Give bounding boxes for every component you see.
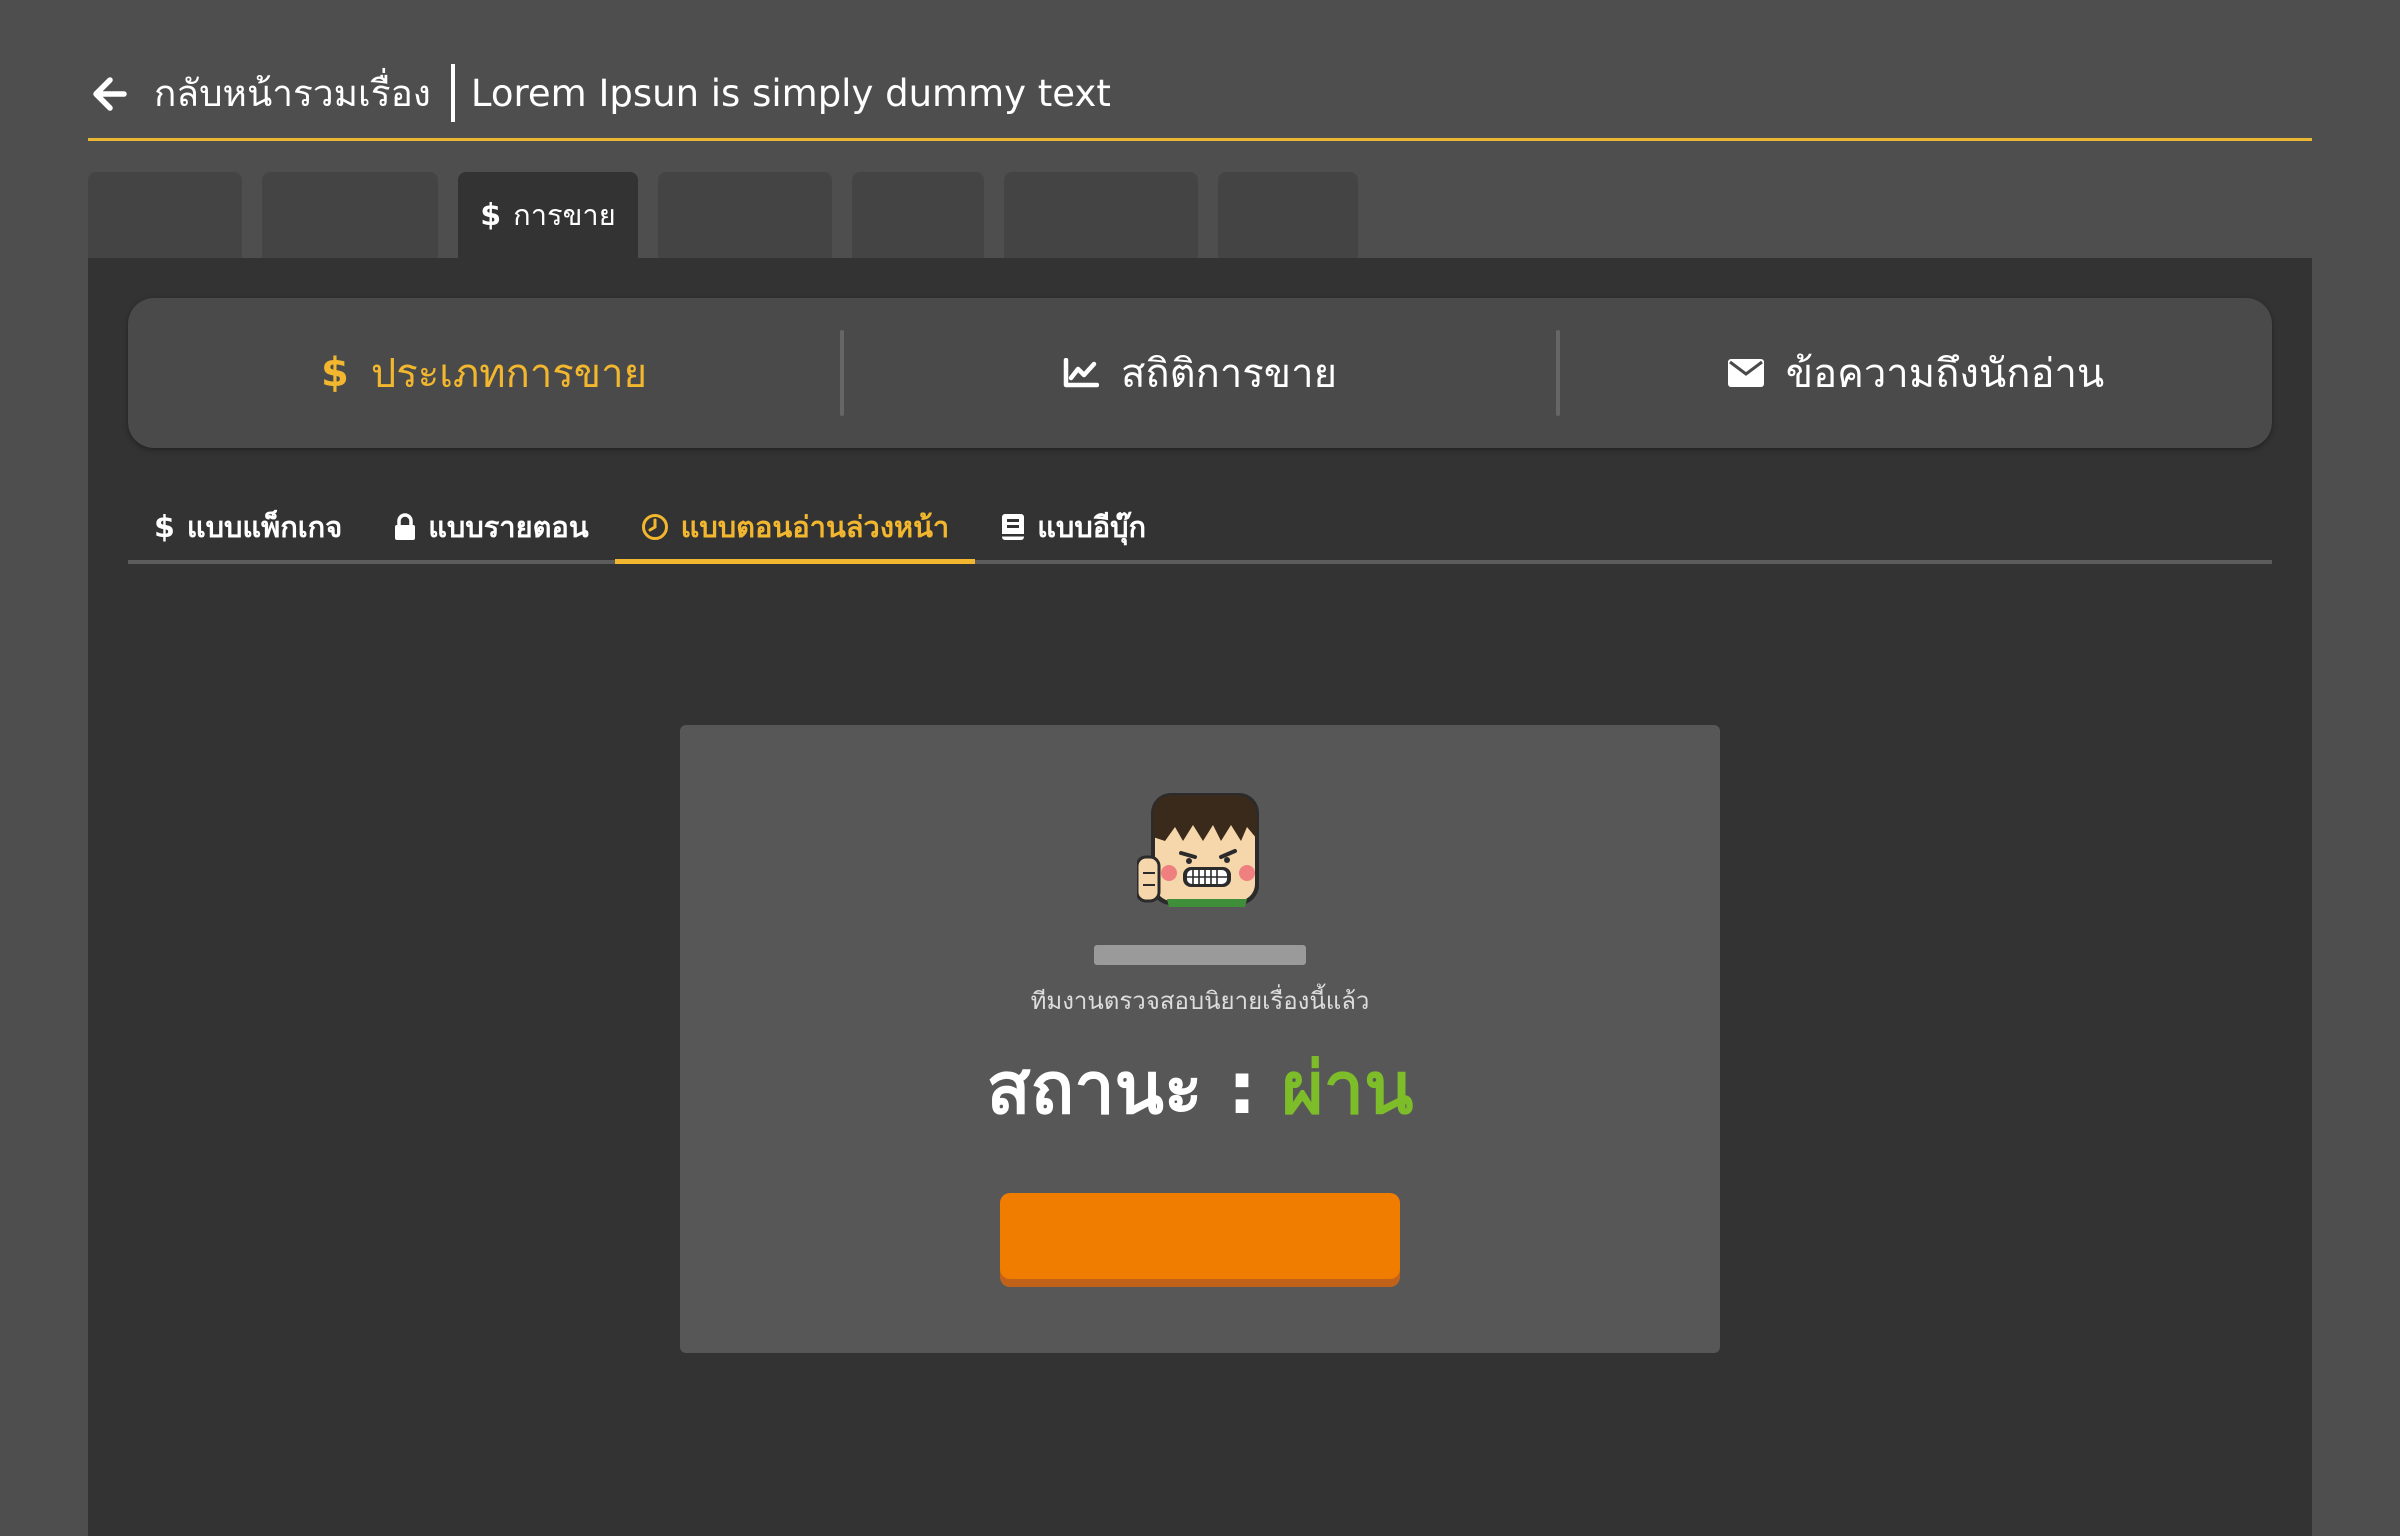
clock-icon (641, 513, 669, 541)
tab-early-access-label: แบบตอนอ่านล่วงหน้า (680, 510, 950, 544)
top-tab-1[interactable] (88, 172, 242, 258)
sales-nav-bar: $ ประเภทการขาย สถิติการขาย ข้อความถึงนัก… (128, 298, 2272, 448)
status-label: สถานะ : (986, 1046, 1282, 1130)
author-name-placeholder (1094, 945, 1306, 965)
status-action-button[interactable] (1000, 1193, 1400, 1279)
lock-icon (394, 513, 416, 541)
review-note: ทีมงานตรวจสอบนิยายเรื่องนี้แล้ว (1030, 987, 1370, 1015)
sales-nav-sale-types[interactable]: $ ประเภทการขาย (128, 298, 840, 448)
sales-nav-sale-stats-label: สถิติการขาย (1120, 351, 1337, 397)
sales-nav-sale-stats[interactable]: สถิติการขาย (844, 298, 1556, 448)
dollar-icon: $ (154, 509, 175, 545)
tab-per-episode-label: แบบรายตอน (428, 510, 589, 544)
tab-ebook[interactable]: แบบอีบุ๊ก (975, 494, 1172, 560)
top-tab-4[interactable] (658, 172, 832, 258)
tab-sales-label: การขาย (513, 198, 616, 232)
book-icon (1001, 513, 1025, 541)
tab-early-access[interactable]: แบบตอนอ่านล่วงหน้า (614, 494, 976, 564)
page-header: กลับหน้ารวมเรื่อง Lorem Ipsun is simply … (88, 58, 2312, 141)
tab-sales[interactable]: $ การขาย (458, 172, 638, 258)
dollar-icon: $ (480, 197, 502, 233)
envelope-icon (1727, 359, 1764, 387)
status-line: สถานะ : ผ่าน (680, 1043, 1720, 1133)
mascot-icon (1137, 793, 1259, 907)
sales-nav-reader-message-label: ข้อความถึงนักอ่าน (1785, 351, 2105, 397)
top-tab-7[interactable] (1218, 172, 1358, 258)
sales-nav-sale-types-label: ประเภทการขาย (370, 351, 647, 397)
tab-package-label: แบบแพ็กเกจ (186, 510, 343, 544)
sales-nav-reader-message[interactable]: ข้อความถึงนักอ่าน (1560, 298, 2272, 448)
status-value: ผ่าน (1281, 1046, 1414, 1130)
tab-package[interactable]: $ แบบแพ็กเกจ (128, 494, 368, 560)
tab-ebook-label: แบบอีบุ๊ก (1037, 510, 1147, 544)
title-divider (450, 64, 455, 122)
arrow-left-icon[interactable] (88, 74, 128, 114)
tab-per-episode[interactable]: แบบรายตอน (368, 494, 614, 560)
main-panel: $ ประเภทการขาย สถิติการขาย ข้อความถึงนัก… (88, 258, 2312, 1536)
top-tab-5[interactable] (852, 172, 984, 258)
review-status-card: ทีมงานตรวจสอบนิยายเรื่องนี้แล้ว สถานะ : … (680, 725, 1720, 1353)
top-tab-6[interactable] (1004, 172, 1198, 258)
chart-line-icon (1063, 358, 1099, 388)
story-title: Lorem Ipsun is simply dummy text (470, 72, 1111, 115)
top-tab-2[interactable] (262, 172, 438, 258)
sale-type-tabs: $ แบบแพ็กเกจ แบบรายตอน แบบตอนอ่านล่วงหน้… (128, 494, 2272, 564)
back-to-stories-link[interactable]: กลับหน้ารวมเรื่อง (154, 68, 431, 120)
dollar-icon: $ (320, 350, 349, 396)
